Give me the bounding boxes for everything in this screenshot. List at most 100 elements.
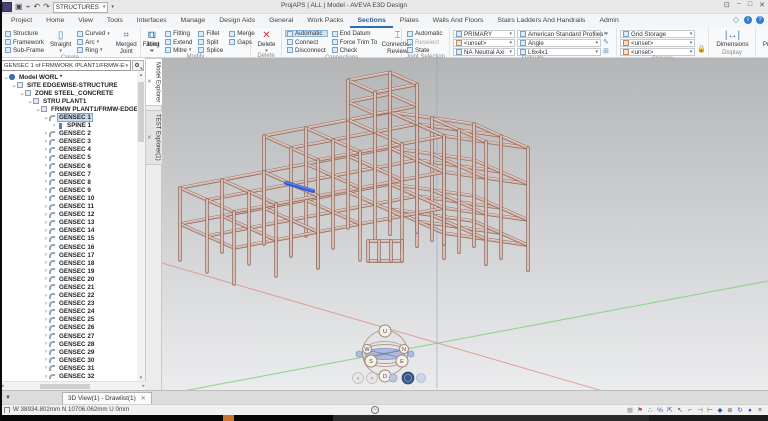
profile-type-dropdown[interactable]: Angle▾ xyxy=(517,39,601,47)
viewport-canvas[interactable]: UDWSEN‹› xyxy=(162,58,768,390)
delete-button[interactable]: ✕ Delete▾ xyxy=(256,30,278,53)
cursor-snap-icon[interactable]: ↖ xyxy=(676,406,684,415)
viewport-3d[interactable]: UDWSEN‹› xyxy=(162,58,768,390)
tab-project[interactable]: Project xyxy=(4,14,39,28)
tree-horizontal-scrollbar[interactable]: ◂▸ xyxy=(0,381,146,390)
status-center-icon[interactable]: − xyxy=(371,406,379,414)
info-icon[interactable]: i xyxy=(744,16,752,24)
distance-snap-icon[interactable]: ⇱ xyxy=(666,406,674,415)
minimize-icon[interactable]: − xyxy=(737,1,741,9)
tab-work-packs[interactable]: Work Packs xyxy=(300,14,350,28)
tree-item-gensec-32[interactable]: ›GENSEC 32 xyxy=(1,372,137,379)
os-taskbar[interactable] xyxy=(0,415,768,421)
structure-button[interactable]: Structure xyxy=(3,30,46,37)
profile-library-dropdown[interactable]: American Standard Profiles▾ xyxy=(517,30,601,38)
tab-home[interactable]: Home xyxy=(39,14,71,28)
percent-snap-icon[interactable]: % xyxy=(656,406,664,415)
storage-unset2-dropdown[interactable]: <unset>▾ xyxy=(620,48,695,56)
sketch-icon[interactable]: ✎ xyxy=(603,39,609,47)
fitting-modify-button[interactable]: Fitting xyxy=(163,30,194,37)
point-snap-icon[interactable]: ∴ xyxy=(646,406,654,415)
straight-button[interactable]: ▯ Straight▾ xyxy=(48,30,73,53)
tab-manage[interactable]: Manage xyxy=(174,14,213,28)
tab-walls-and-floors[interactable]: Walls And Floors xyxy=(426,14,491,28)
node-snap-icon[interactable]: ● xyxy=(746,406,754,415)
fillet-button[interactable]: Fillet xyxy=(196,30,225,37)
angle-snap-icon[interactable]: ⌐ xyxy=(686,406,694,415)
taskbar-segment[interactable] xyxy=(649,415,768,421)
tab-view[interactable]: View xyxy=(71,14,100,28)
tab-design-aids[interactable]: Design Aids xyxy=(212,14,262,28)
tab-tools[interactable]: Tools xyxy=(100,14,130,28)
tab-interfaces[interactable]: Interfaces xyxy=(130,14,174,28)
section-preview-icon[interactable]: ◗ xyxy=(603,30,609,38)
connect-button[interactable]: Connect xyxy=(285,38,328,45)
close-icon[interactable]: ✕ xyxy=(147,79,152,85)
lock-icon[interactable]: 🔒 xyxy=(697,46,706,54)
search-button[interactable] xyxy=(132,60,144,71)
tab-stairs-ladders-and-handrails[interactable]: Stairs Ladders And Handrails xyxy=(490,14,592,28)
expand-icon[interactable]: › xyxy=(51,123,57,129)
state-button[interactable]: State xyxy=(405,47,445,54)
scrollbar-thumb[interactable] xyxy=(40,384,90,389)
arc-button[interactable]: Arc▾ xyxy=(75,38,111,45)
perpendicular-snap-icon[interactable]: ⊕ xyxy=(726,406,734,415)
style-diamond-icon[interactable]: ◇ xyxy=(732,16,740,24)
sub-frame-button[interactable]: Sub-Frame xyxy=(3,47,46,54)
reselect-button[interactable]: Reselect xyxy=(405,38,445,45)
grid-snap-icon[interactable]: ▦ xyxy=(626,406,634,415)
close-icon[interactable]: ✕ xyxy=(141,395,146,402)
profile-button[interactable]: Ⅰ Profile xyxy=(761,30,768,49)
connections-automatic-button[interactable]: Automatic xyxy=(285,30,328,37)
view-list-dropdown-icon[interactable]: ▼ xyxy=(0,391,16,404)
force-trim-button[interactable]: Force Trim To xyxy=(330,38,380,45)
grid-storage-dropdown[interactable]: Grid Storage▾ xyxy=(620,30,695,38)
joint-automatic-button[interactable]: Automatic xyxy=(405,30,445,37)
storage-unset1-dropdown[interactable]: <unset>▾ xyxy=(620,39,695,47)
mitre-button[interactable]: Mitre▾ xyxy=(163,47,194,54)
framework-button[interactable]: Framework xyxy=(3,38,46,45)
disconnect-button[interactable]: Disconnect xyxy=(285,47,328,54)
scrollbar-thumb[interactable] xyxy=(138,82,144,142)
end-snap-icon[interactable]: ⊣ xyxy=(696,406,704,415)
taskbar-active-app[interactable] xyxy=(223,415,234,421)
splice-button[interactable]: Splice xyxy=(196,47,225,54)
primary-dropdown[interactable]: PRIMARY▾ xyxy=(453,30,515,38)
flag-icon[interactable]: ⚑ xyxy=(636,406,644,415)
dimensions-button[interactable]: |↔| Dimensions xyxy=(714,30,750,49)
tree-vertical-scrollbar[interactable]: ▴▾ xyxy=(137,72,145,381)
justification-dropdown[interactable]: NANeutral Axi▾ xyxy=(453,48,515,56)
taskbar-segment[interactable] xyxy=(333,415,649,421)
center-snap-icon[interactable]: ◆ xyxy=(716,406,724,415)
scroll-right-icon[interactable]: ▸ xyxy=(142,383,145,389)
tab-general[interactable]: General xyxy=(262,14,300,28)
merged-joint-button[interactable]: ⌗ Merged Joint xyxy=(114,30,139,55)
profile-size-dropdown[interactable]: L6x4x1▾ xyxy=(517,48,601,56)
curved-button[interactable]: Curved▾ xyxy=(75,30,111,37)
joint-button[interactable]: ⊔ Joint▾ xyxy=(144,30,161,53)
tab-3d-view[interactable]: 3D View(1) - Drawlist(1) ✕ xyxy=(62,392,152,404)
tab-plates[interactable]: Plates xyxy=(393,14,426,28)
ring-button[interactable]: Ring▾ xyxy=(75,47,111,54)
rotate-snap-icon[interactable]: ↻ xyxy=(736,406,744,415)
window-style-icon[interactable]: ⊡ xyxy=(724,1,730,9)
close-icon[interactable]: ✕ xyxy=(147,135,152,141)
tab-sections[interactable]: Sections xyxy=(350,14,392,28)
tab-admin[interactable]: Admin xyxy=(592,14,625,28)
close-icon[interactable]: ✕ xyxy=(759,1,765,9)
storage-icon xyxy=(623,40,629,46)
check-button[interactable]: Check xyxy=(330,47,380,54)
split-button[interactable]: Split xyxy=(196,38,225,45)
grid-icon[interactable]: ⊞ xyxy=(603,48,609,56)
start-snap-icon[interactable]: ⊢ xyxy=(706,406,714,415)
spec-icon xyxy=(456,31,462,37)
svg-text:W: W xyxy=(364,347,370,353)
end-datum-button[interactable]: End Datum xyxy=(330,30,380,37)
extend-button[interactable]: Extend xyxy=(163,38,194,45)
element-search-combobox[interactable]: GENSEC 1 of FRMWORK /PLANT1/FRMW-EDGEWIS… xyxy=(1,60,131,71)
maximize-icon[interactable]: □ xyxy=(748,1,752,9)
list-icon[interactable]: ≡ xyxy=(756,406,764,415)
gensec-icon xyxy=(49,131,55,137)
unset-dropdown[interactable]: <unset>▾ xyxy=(453,39,515,47)
help-icon[interactable]: ? xyxy=(756,16,764,24)
